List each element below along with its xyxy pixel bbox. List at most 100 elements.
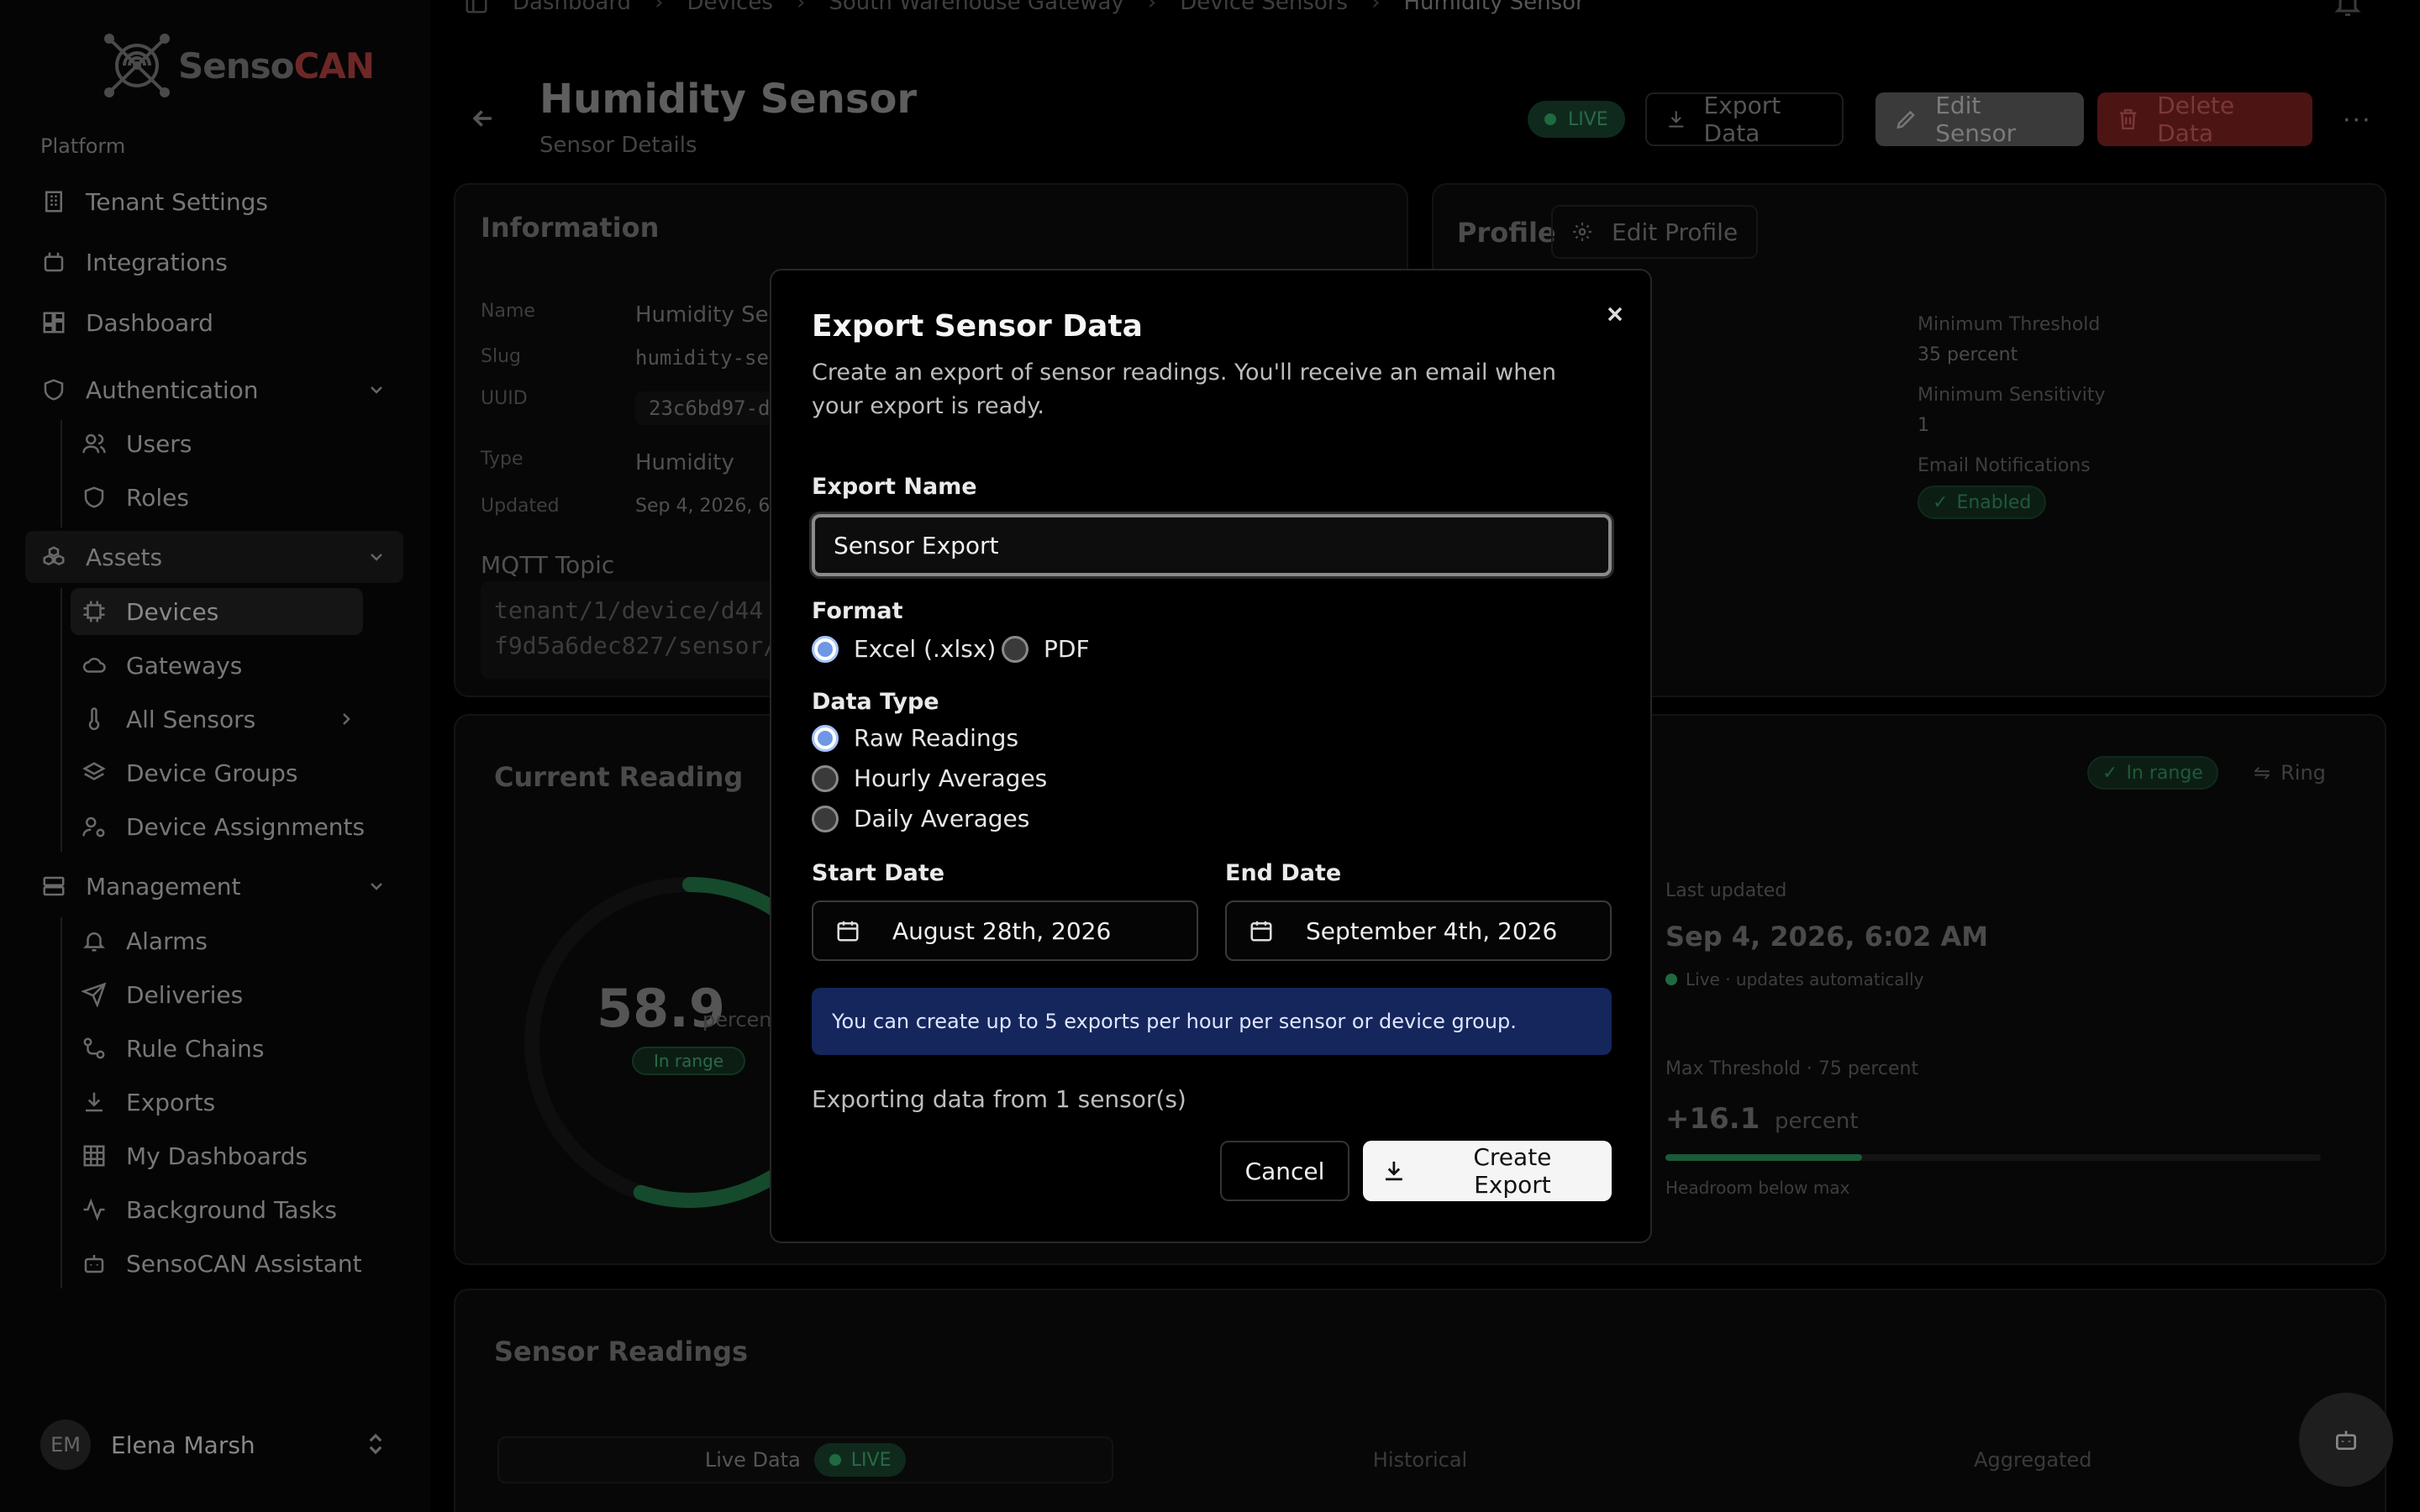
field-label: Minimum Sensitivity bbox=[1918, 385, 2106, 406]
button-label: Delete Data bbox=[2157, 92, 2235, 147]
chevron-down-icon[interactable] bbox=[366, 380, 387, 400]
breadcrumb: Dashboard › Devices › South Warehouse Gate… bbox=[464, 0, 1585, 15]
breadcrumb-item[interactable]: Device Sensors bbox=[1180, 0, 1348, 15]
field-label: MQTT Topic bbox=[481, 551, 615, 579]
assistant-fab-button[interactable] bbox=[2299, 1393, 2393, 1487]
start-date-picker[interactable]: August 28th, 2026 bbox=[812, 900, 1198, 961]
format-option-pdf[interactable]: PDF bbox=[1002, 635, 1090, 663]
status-dot bbox=[1665, 974, 1677, 985]
user-cog-icon bbox=[81, 813, 108, 840]
sidebar-item-label: Users bbox=[126, 429, 192, 458]
ring-toggle[interactable]: ⇋ Ring bbox=[2254, 761, 2326, 785]
type-option-daily[interactable]: Daily Averages bbox=[812, 805, 1029, 832]
edit-sensor-button[interactable]: Edit Sensor bbox=[1876, 92, 2084, 147]
sidebar-item-device-assignments[interactable]: Device Assignments bbox=[81, 805, 365, 848]
create-export-button[interactable]: Create Export bbox=[1363, 1141, 1612, 1201]
edit-profile-button[interactable]: Edit Profile bbox=[1551, 205, 1759, 259]
sidebar-item-roles[interactable]: Roles bbox=[81, 475, 189, 519]
logo-icon bbox=[104, 34, 170, 97]
field-value: Humidity Sen bbox=[635, 302, 783, 328]
format-label: Format bbox=[812, 598, 903, 624]
export-data-button[interactable]: Export Data bbox=[1645, 92, 1844, 147]
breadcrumb-item[interactable]: Dashboard bbox=[513, 0, 631, 15]
tab-historical[interactable]: Historical bbox=[1113, 1436, 1726, 1483]
close-icon[interactable] bbox=[1598, 297, 1632, 331]
format-option-xlsx[interactable]: Excel (.xlsx) bbox=[812, 635, 996, 663]
sidebar-item-label: Exports bbox=[126, 1088, 216, 1116]
chevron-right-icon[interactable] bbox=[336, 709, 356, 729]
export-name-input[interactable] bbox=[812, 514, 1612, 576]
breadcrumb-current: Humidity Sensor bbox=[1403, 0, 1585, 15]
radio-checked[interactable] bbox=[812, 724, 839, 752]
sidebar-group-management[interactable]: Management bbox=[40, 864, 240, 908]
bell-icon[interactable] bbox=[2333, 0, 2363, 22]
sidebar-item-dashboard[interactable]: Dashboard bbox=[40, 301, 213, 344]
logo-text: SensoCAN bbox=[178, 45, 375, 87]
chevron-down-icon[interactable] bbox=[366, 547, 387, 567]
radio-unchecked[interactable] bbox=[812, 805, 839, 832]
dialog-title: Export Sensor Data bbox=[812, 309, 1143, 344]
chevrons-up-down-icon[interactable] bbox=[363, 1431, 388, 1460]
sidebar-item-tenant-settings[interactable]: Tenant Settings bbox=[40, 180, 268, 223]
delete-data-button[interactable]: Delete Data bbox=[2097, 92, 2312, 147]
dialog-description: Create an export of sensor readings. You… bbox=[812, 360, 1557, 419]
user-menu[interactable]: EM Elena Marsh bbox=[40, 1420, 255, 1470]
check-circle-icon: ✓ bbox=[1933, 491, 1949, 513]
field-label: Slug bbox=[481, 346, 521, 367]
radio-unchecked[interactable] bbox=[812, 764, 839, 792]
card-title: Profile bbox=[1457, 217, 1556, 249]
sidebar-item-integrations[interactable]: Integrations bbox=[40, 240, 228, 284]
users-icon bbox=[81, 430, 108, 457]
sidebar-item-background-tasks[interactable]: Background Tasks bbox=[81, 1188, 337, 1231]
headroom-unit: percent bbox=[1775, 1109, 1859, 1134]
radio-unchecked[interactable] bbox=[1002, 635, 1028, 663]
sidebar-item-gateways[interactable]: Gateways bbox=[81, 643, 242, 687]
cancel-button[interactable]: Cancel bbox=[1220, 1141, 1349, 1201]
breadcrumb-item[interactable]: Devices bbox=[687, 0, 772, 15]
field-value: Sep 4, 2026, 6: bbox=[635, 496, 776, 517]
tree-line bbox=[60, 588, 62, 852]
server-icon bbox=[40, 873, 67, 900]
card-title: Information bbox=[481, 212, 660, 244]
sidebar-item-devices[interactable]: Devices bbox=[81, 590, 218, 633]
sidebar-toggle-icon[interactable] bbox=[464, 0, 489, 15]
type-option-hourly[interactable]: Hourly Averages bbox=[812, 764, 1047, 792]
tab-aggregated[interactable]: Aggregated bbox=[1727, 1436, 2339, 1483]
logo[interactable]: SensoCAN bbox=[101, 32, 375, 99]
sidebar-item-alarms[interactable]: Alarms bbox=[81, 919, 208, 963]
section-label-platform: Platform bbox=[40, 134, 126, 158]
end-date-picker[interactable]: September 4th, 2026 bbox=[1225, 900, 1612, 961]
sidebar-item-all-sensors[interactable]: All Sensors bbox=[81, 697, 255, 741]
live-label: LIVE bbox=[850, 1449, 892, 1471]
type-option-raw[interactable]: Raw Readings bbox=[812, 724, 1018, 752]
arrow-left-icon[interactable] bbox=[469, 104, 497, 136]
sidebar-item-users[interactable]: Users bbox=[81, 422, 192, 465]
more-options-icon[interactable]: ··· bbox=[2343, 106, 2372, 135]
breadcrumb-item[interactable]: South Warehouse Gateway bbox=[829, 0, 1123, 15]
sidebar-item-deliveries[interactable]: Deliveries bbox=[81, 973, 243, 1016]
data-type-label: Data Type bbox=[812, 689, 939, 715]
export-name-label: Export Name bbox=[812, 474, 977, 500]
sidebar-group-label: Assets bbox=[86, 543, 163, 571]
sidebar-group-authentication[interactable]: Authentication bbox=[40, 368, 259, 412]
sidebar-item-device-groups[interactable]: Device Groups bbox=[81, 751, 298, 795]
tab-live-data[interactable]: Live Data LIVE bbox=[497, 1436, 1114, 1483]
sidebar-item-exports[interactable]: Exports bbox=[81, 1080, 215, 1124]
chevron-right-icon: › bbox=[1147, 0, 1157, 15]
radio-label: PDF bbox=[1044, 635, 1090, 663]
mqtt-topic[interactable]: tenant/1/device/d44 f9d5a6dec827/sensor/ bbox=[481, 581, 783, 679]
card-title: Current Reading bbox=[494, 761, 744, 793]
chip-icon bbox=[81, 598, 108, 625]
sidebar-group-assets[interactable]: Assets bbox=[40, 535, 162, 579]
sidebar-item-rule-chains[interactable]: Rule Chains bbox=[81, 1026, 264, 1070]
live-badge: LIVE bbox=[813, 1443, 907, 1477]
field-label: Updated bbox=[481, 496, 560, 517]
chevron-down-icon[interactable] bbox=[366, 876, 387, 896]
sidebar-item-label: Integrations bbox=[86, 248, 228, 276]
readings-tabs: Live Data LIVE Historical Aggregated bbox=[497, 1436, 2339, 1483]
sidebar-item-sensocan-assistant[interactable]: SensoCAN Assistant bbox=[81, 1242, 362, 1285]
card-title: Sensor Readings bbox=[494, 1336, 749, 1368]
radio-checked[interactable] bbox=[812, 635, 839, 663]
field-label: Name bbox=[481, 301, 535, 322]
sidebar-item-my-dashboards[interactable]: My Dashboards bbox=[81, 1134, 308, 1178]
